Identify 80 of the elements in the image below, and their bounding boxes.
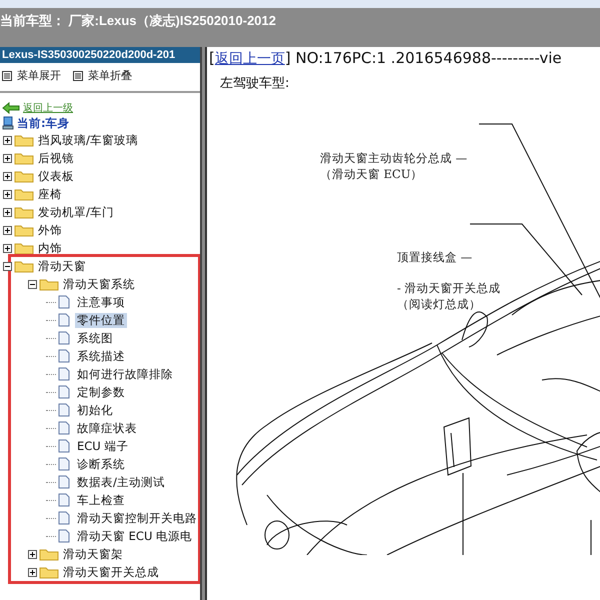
computer-icon — [2, 116, 14, 130]
document-icon — [58, 421, 70, 435]
back-link[interactable]: 返回上一级 — [23, 101, 73, 115]
leader-line — [590, 520, 592, 555]
expand-icon[interactable] — [3, 226, 12, 234]
collapse-icon[interactable] — [28, 280, 37, 288]
tree-item[interactable]: 初始化 — [75, 402, 115, 418]
expand-icon[interactable] — [3, 244, 12, 252]
document-info: ] NO:176PC:1 .2016546988---------vie — [284, 49, 562, 67]
tree-item[interactable]: 滑动天窗 ECU 电源电 — [75, 528, 194, 544]
tree-item[interactable]: 滑动天窗系统 — [61, 276, 137, 292]
expand-icon[interactable] — [28, 568, 37, 576]
callout-label: 顶置接线盒 — — [397, 249, 472, 265]
document-icon — [58, 511, 70, 525]
document-icon — [58, 493, 70, 507]
tree-item[interactable]: 定制参数 — [75, 384, 127, 400]
back-link[interactable]: 返回上一页 — [214, 50, 285, 68]
current-location: 当前:车身 — [17, 116, 70, 130]
expand-icon[interactable] — [3, 172, 12, 180]
folder-icon — [39, 547, 59, 561]
document-icon — [58, 349, 70, 363]
tree-item[interactable]: 挡风玻璃/车窗玻璃 — [36, 132, 140, 148]
folder-icon — [14, 169, 34, 183]
document-icon — [58, 331, 70, 345]
folder-icon — [14, 133, 34, 147]
tree-item[interactable]: 故障症状表 — [75, 420, 139, 436]
tree-item[interactable]: 系统描述 — [75, 348, 127, 364]
tree-item[interactable]: 诊断系统 — [75, 456, 127, 472]
document-icon — [58, 439, 70, 453]
document-icon — [58, 403, 70, 417]
tree-item[interactable]: 后视镜 — [36, 150, 76, 166]
callout-label: （滑动天窗 ECU） — [320, 166, 423, 182]
folder-icon — [14, 187, 34, 201]
tree-item[interactable]: 零件位置 — [75, 312, 127, 328]
callout-label: - 滑动天窗开关总成 — [397, 280, 501, 296]
sidebar-title: Lexus-IS350300250220d200d-201 — [0, 47, 200, 63]
tree-item[interactable]: 如何进行故障排除 — [75, 366, 175, 382]
folder-icon — [39, 565, 59, 579]
expand-icon[interactable] — [28, 550, 37, 558]
tree-item[interactable]: 滑动天窗开关总成 — [61, 564, 161, 580]
folder-icon — [14, 241, 34, 255]
document-icon — [58, 295, 70, 309]
tree-item[interactable]: 外饰 — [36, 222, 64, 238]
collapse-icon[interactable] — [3, 262, 12, 270]
tree-item[interactable]: 车上检查 — [75, 492, 127, 508]
tree-item[interactable]: 仪表板 — [36, 168, 76, 184]
folder-icon — [14, 151, 34, 165]
tree-item[interactable]: 发动机罩/车门 — [36, 204, 116, 220]
folder-icon — [39, 277, 59, 291]
tree-item[interactable]: 注意事项 — [75, 294, 127, 310]
document-icon — [58, 457, 70, 471]
expand-icon[interactable] — [3, 190, 12, 198]
document-icon — [58, 313, 70, 327]
tree-item[interactable]: ECU 端子 — [75, 438, 130, 454]
document-icon — [58, 529, 70, 543]
expand-icon[interactable] — [3, 154, 12, 162]
tree-item[interactable]: 滑动天窗 — [36, 258, 88, 274]
section-heading: 左驾驶车型: — [219, 75, 290, 92]
tree-item[interactable]: 内饰 — [36, 240, 64, 256]
menu-button[interactable]: 菜单折叠 — [73, 68, 132, 83]
menu-button[interactable]: 菜单展开 — [2, 68, 61, 83]
list-icon — [73, 70, 83, 80]
expand-icon[interactable] — [3, 208, 12, 216]
back-arrow-icon — [2, 102, 20, 114]
folder-icon — [14, 259, 34, 273]
folder-icon — [14, 223, 34, 237]
callout-label: 滑动天窗主动齿轮分总成 — — [320, 150, 468, 166]
document-icon — [58, 385, 70, 399]
bracket-text: [ — [209, 49, 215, 67]
vehicle-title: 当前车型： 厂家:Lexus（凌志)IS2502010-2012 — [0, 13, 276, 28]
tree-item[interactable]: 数据表/主动测试 — [75, 474, 167, 490]
tree-item[interactable]: 滑动天窗架 — [61, 546, 125, 562]
tree-item[interactable]: 系统图 — [75, 330, 115, 346]
tree-item[interactable]: 座椅 — [36, 186, 64, 202]
document-icon — [58, 367, 70, 381]
folder-icon — [14, 205, 34, 219]
callout-label: （阅读灯总成） — [397, 296, 481, 312]
document-icon — [58, 475, 70, 489]
tree-item[interactable]: 滑动天窗控制开关电路 — [75, 510, 199, 526]
expand-icon[interactable] — [3, 136, 12, 144]
